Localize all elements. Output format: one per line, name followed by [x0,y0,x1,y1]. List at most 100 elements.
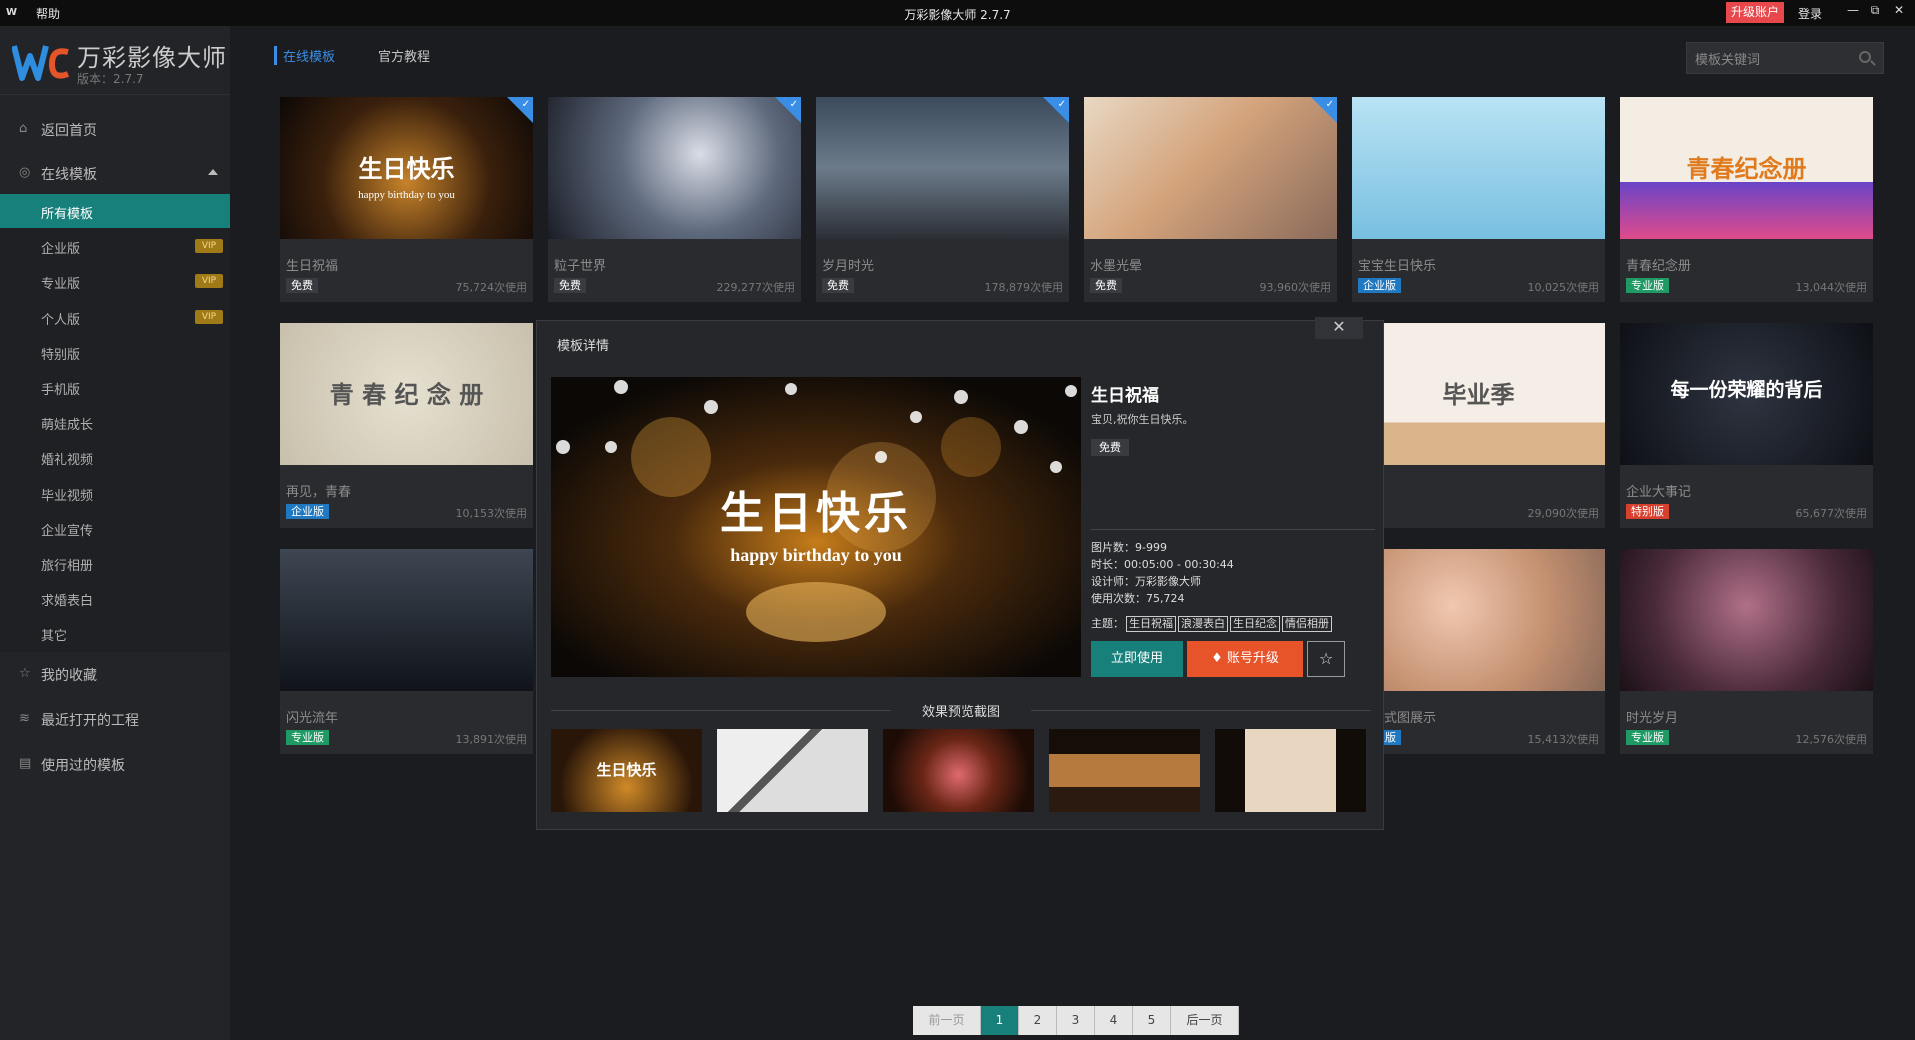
usage-count: 13,044次使用 [1795,281,1868,294]
sidebar-item-favorites[interactable]: ☆ 我的收藏 [0,657,230,691]
theme-tag[interactable]: 生日祝福 [1126,616,1176,632]
sidebar-item-label: 求婚表白 [41,594,94,610]
preview-video[interactable]: 生日快乐 happy birthday to you [551,377,1081,677]
template-thumbnail[interactable] [816,97,1069,239]
diamond-icon: ♦ [1211,651,1227,666]
sidebar-item-category[interactable]: 旅行相册 [0,546,230,580]
sidebar-item-label: 个人版 [41,312,81,328]
sidebar-item-label: 其它 [41,629,68,645]
sidebar-item-category[interactable]: 萌娃成长 [0,405,230,439]
page-button[interactable]: 2 [1019,1006,1057,1035]
minimize-icon[interactable]: — [1842,3,1864,23]
logo-version: 版本：2.7.7 [77,72,144,86]
sidebar-item-label: 所有模板 [41,207,94,222]
designer: 设计师：万彩影像大师 [1091,575,1201,588]
template-thumbnail[interactable]: 每一份荣耀的背后 [1620,323,1873,465]
template-card[interactable]: ✓ 岁月时光 免费 178,879次使用 [816,97,1069,302]
tab-online-templates[interactable]: 在线模板 [274,46,335,65]
sidebar-item-category[interactable]: 特别版 [0,335,230,369]
sidebar-item-category[interactable]: 其它 [0,616,230,650]
theme-tag[interactable]: 生日纪念 [1230,616,1280,632]
sidebar-item-recent-projects[interactable]: ≋ 最近打开的工程 [0,702,230,736]
sidebar-item-home[interactable]: ⌂ 返回首页 [0,112,230,146]
sidebar-item-category[interactable]: 企业版 VIP [0,229,230,263]
close-icon[interactable]: ✕ [1315,317,1363,339]
template-name: 闪光流年 [286,711,339,726]
template-card[interactable]: 毕业季季版29,090次使用 [1352,323,1605,528]
template-thumbnail[interactable] [280,549,533,691]
tab-official-tutorials[interactable]: 官方教程 [378,46,430,65]
sidebar-item-category[interactable]: 专业版 VIP [0,264,230,298]
login-button[interactable]: 登录 [1798,5,1822,22]
search-input[interactable] [1695,50,1845,68]
sidebar-item-category[interactable]: 婚礼视频 [0,440,230,474]
page-button[interactable]: 1 [981,1006,1019,1035]
template-thumbnail[interactable] [1352,97,1605,239]
usage-count: 93,960次使用 [1259,281,1332,294]
sidebar-item-category[interactable]: 求婚表白 [0,581,230,615]
template-thumbnail[interactable]: 毕业季 [1352,323,1605,465]
sidebar-item-used-templates[interactable]: ▤ 使用过的模板 [0,747,230,781]
next-page-button[interactable]: 后一页 [1171,1006,1239,1035]
template-thumbnail[interactable] [1084,97,1337,239]
template-card[interactable]: 青春纪念册 青春纪念册 专业版 13,044次使用 [1620,97,1873,302]
sidebar-item-category[interactable]: 手机版 [0,370,230,404]
sidebar-item-category[interactable]: 个人版 VIP [0,300,230,334]
template-card[interactable]: 闪光流年 专业版 13,891次使用 [280,549,533,754]
sidebar-item-label: 特别版 [41,347,81,363]
sidebar-item-online-templates[interactable]: ◎ 在线模板 [0,156,230,190]
screenshot-thumbnail[interactable] [717,729,868,812]
globe-icon: ◎ [19,165,31,180]
edition-badge: 专业版 [1626,278,1669,293]
upgrade-label: 账号升级 [1226,651,1279,666]
template-card[interactable]: 每一份荣耀的背后 企业大事记 特别版 65,677次使用 [1620,323,1873,528]
chevron-up-icon[interactable] [208,169,218,175]
divider [0,94,230,95]
dialog-title: 模板详情 [557,339,610,354]
template-thumbnail[interactable]: 青 春 纪 念 册 [280,323,533,465]
theme-tag[interactable]: 情侣相册 [1282,616,1332,632]
screenshot-thumbnail[interactable] [1215,729,1366,812]
picture-count: 图片数：9-999 [1091,541,1167,554]
theme-tag[interactable]: 浪漫表白 [1178,616,1228,632]
edition-badge: 免费 [822,278,854,293]
page-button[interactable]: 4 [1095,1006,1133,1035]
close-icon[interactable]: ✕ [1888,3,1910,23]
template-thumbnail[interactable] [548,97,801,239]
upgrade-account-button[interactable]: 升级账户 [1726,2,1784,23]
restore-icon[interactable]: ⧉ [1864,3,1886,23]
screenshot-thumbnail[interactable] [883,729,1034,812]
sidebar-item-category[interactable]: 所有模板 [0,194,230,228]
template-thumbnail[interactable] [1352,549,1605,691]
page-button[interactable]: 5 [1133,1006,1171,1035]
search-icon[interactable] [1859,51,1871,63]
prev-page-button[interactable]: 前一页 [913,1006,981,1035]
screenshot-thumbnail[interactable] [1049,729,1200,812]
template-card[interactable]: 宝宝生日快乐 企业版 10,025次使用 [1352,97,1605,302]
template-thumbnail[interactable]: 青春纪念册 [1620,97,1873,239]
use-now-button[interactable]: 立即使用 [1091,641,1183,677]
template-card[interactable]: ✓ 粒子世界 免费 229,277次使用 [548,97,801,302]
page-button[interactable]: 3 [1057,1006,1095,1035]
usage-count: 13,891次使用 [455,733,528,746]
template-card[interactable]: 青 春 纪 念 册再见，青春 企业版 10,153次使用 [280,323,533,528]
vip-badge: VIP [195,239,223,254]
sidebar-item-label: 在线模板 [41,167,97,183]
edition-badge: 专业版 [1626,730,1669,745]
template-card[interactable]: 生日快乐 happy birthday to you ✓ 生日祝福 免费 75,724次使… [280,97,533,302]
sidebar-item-label: 萌娃成长 [41,418,94,434]
upgrade-account-button[interactable]: ♦ 账号升级 [1187,641,1303,677]
template-card[interactable]: ✓ 水墨光晕 免费 93,960次使用 [1084,97,1337,302]
sidebar-item-label: 手机版 [41,383,81,398]
sidebar-item-category[interactable]: 毕业视频 [0,476,230,510]
favorite-star-icon[interactable]: ☆ [1307,641,1345,677]
template-name: 时光岁月 [1626,711,1679,726]
template-card[interactable]: 移动式图展示企业版15,413次使用 [1352,549,1605,754]
template-card[interactable]: 时光岁月 专业版 12,576次使用 [1620,549,1873,754]
sidebar-item-category[interactable]: 企业宣传 [0,511,230,545]
sidebar-item-label: 企业版 [41,242,81,258]
template-thumbnail[interactable] [1620,549,1873,691]
screenshot-thumbnail[interactable]: 生日快乐 [551,729,702,812]
template-thumbnail[interactable]: 生日快乐 happy birthday to you [280,97,533,239]
sidebar-item-label: 使用过的模板 [41,758,125,774]
